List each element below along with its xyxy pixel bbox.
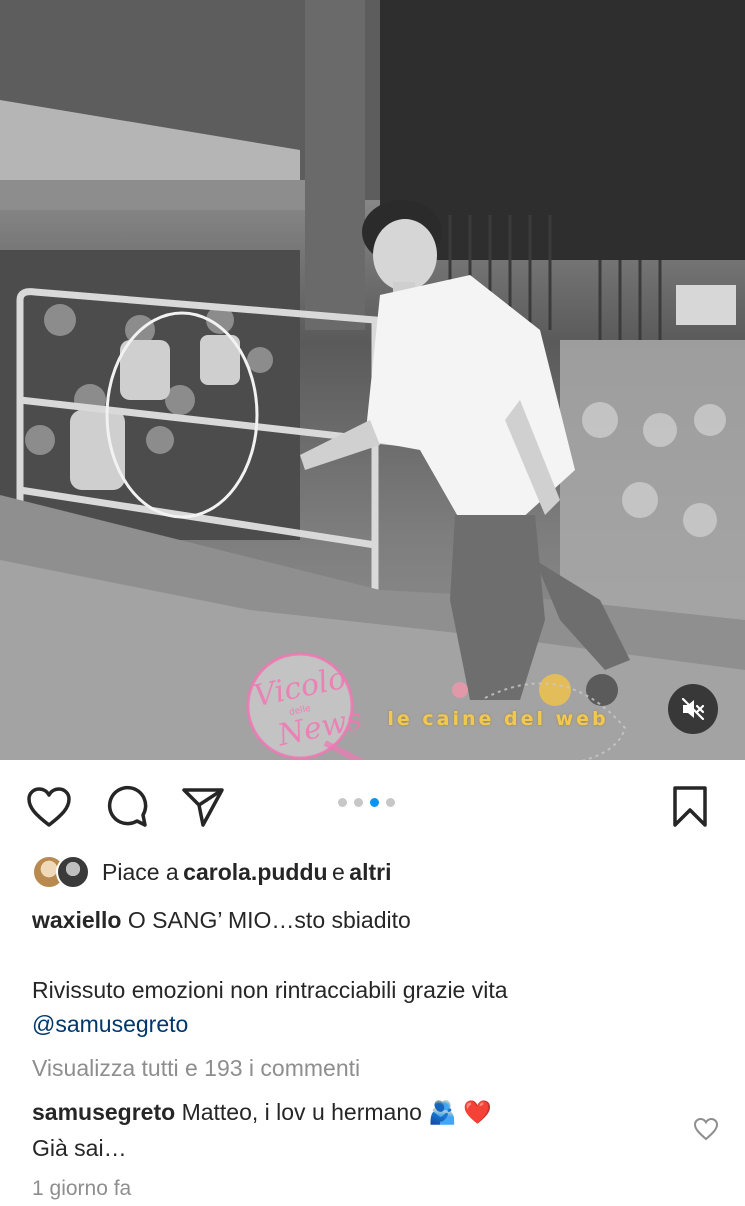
- likes-joiner: e: [332, 859, 345, 885]
- watermark-right-text: le caine del web: [387, 708, 609, 730]
- carousel-indicator: [338, 798, 395, 807]
- comment-text-line-2: Già sai…: [32, 1135, 127, 1161]
- comment-like-button[interactable]: [693, 1117, 719, 1146]
- comment-button[interactable]: [104, 784, 150, 830]
- post-timestamp: 1 giorno fa: [32, 1177, 132, 1200]
- likes-summary[interactable]: Piace a carola.puddu e altri: [32, 855, 391, 889]
- comment-bubble-icon: [107, 785, 148, 827]
- post-media[interactable]: Vicolo delle News le caine del web: [0, 0, 745, 760]
- bookmark-outline-icon: [673, 786, 707, 827]
- caption-line-2: Rivissuto emozioni non rintracciabili gr…: [32, 977, 508, 1003]
- caption-line-1: waxiello O SANG’ MIO…sto sbiadito: [32, 903, 411, 937]
- comment-username[interactable]: samusegreto: [32, 1099, 175, 1125]
- watermark-le-caine-del-web: le caine del web: [365, 668, 635, 760]
- watermark-vicolo-delle-news: Vicolo delle News: [225, 648, 375, 760]
- carousel-dot: [338, 798, 347, 807]
- liker-avatars: [32, 855, 90, 889]
- top-comment: samusegreto Matteo, i lov u hermano 🫂 ❤️: [32, 1095, 492, 1129]
- caption-username[interactable]: waxiello: [32, 907, 121, 933]
- view-all-comments-link[interactable]: Visualizza tutti e 193 i commenti: [32, 1051, 360, 1085]
- avatar: [56, 855, 90, 889]
- heart-outline-icon: [27, 787, 71, 827]
- likes-others-link[interactable]: altri: [349, 855, 391, 889]
- heart-outline-icon: [693, 1117, 719, 1141]
- likes-prefix: Piace a: [102, 859, 179, 885]
- caption-mention[interactable]: @samusegreto: [32, 1007, 188, 1041]
- paper-plane-icon: [182, 788, 224, 827]
- comment-text: Matteo, i lov u hermano: [181, 1099, 422, 1125]
- comment-emoji: 🫂 ❤️: [428, 1099, 492, 1125]
- like-button[interactable]: [24, 784, 74, 830]
- caption-text: O SANG’ MIO…sto sbiadito: [127, 907, 411, 933]
- carousel-dot: [386, 798, 395, 807]
- mute-toggle-button[interactable]: [668, 684, 718, 734]
- liker-username[interactable]: carola.puddu: [183, 855, 327, 889]
- carousel-dot: [354, 798, 363, 807]
- concert-photo: [0, 0, 745, 760]
- save-button[interactable]: [668, 784, 712, 830]
- share-button[interactable]: [180, 784, 226, 830]
- carousel-dot-active: [370, 798, 379, 807]
- speaker-muted-icon: [681, 697, 705, 721]
